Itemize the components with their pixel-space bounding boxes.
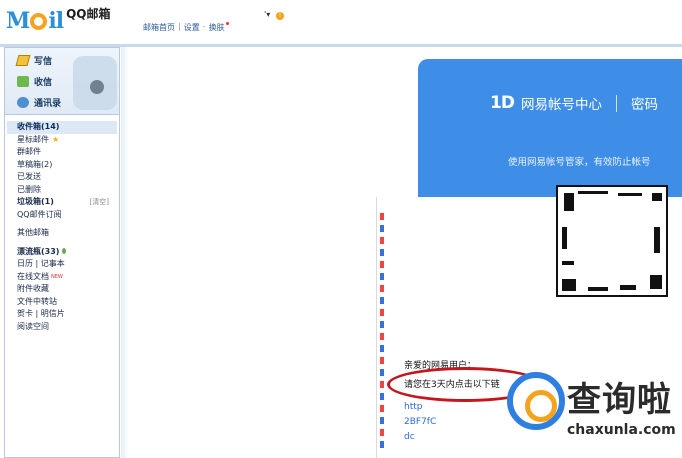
calendar-notes-row: 日历 | 记事本 (5, 258, 119, 271)
qr-module (650, 275, 662, 289)
top-links: 邮箱首页 | 设置 - 换肤 (143, 22, 229, 33)
compose-label: 写信 (34, 57, 53, 67)
logo-letters-il: il (48, 8, 64, 34)
folder-spam-label: 垃圾箱(1) (17, 197, 54, 206)
netease-id-icon: 1D (490, 93, 515, 113)
folder-spam[interactable]: 垃圾箱(1) [清空] (5, 196, 119, 209)
folder-subscription[interactable]: QQ邮件订阅 (5, 209, 119, 222)
verification-link[interactable]: dc (404, 432, 415, 442)
qr-module (562, 279, 576, 291)
file-transfer-link[interactable]: 文件中转站 (5, 296, 119, 309)
greeting-card-link[interactable]: 贺卡 (17, 309, 33, 318)
qr-code (556, 185, 668, 297)
contacts-label: 通讯录 (34, 99, 62, 109)
top-bar: M il QQ邮箱 邮箱首页 | 设置 - 换肤 '▾ ! (0, 0, 682, 44)
online-docs-label: 在线文档 (17, 271, 49, 281)
airmail-border (380, 213, 384, 453)
receive-button[interactable]: 收信 (17, 75, 52, 88)
link-change-skin-label: 换肤 (208, 23, 225, 32)
qr-module (578, 191, 608, 194)
folder-deleted[interactable]: 已删除 (5, 184, 119, 197)
contacts-icon (17, 97, 29, 108)
watermark-url: chaxunla.com (567, 422, 676, 438)
banner-extra: 密码 (630, 97, 658, 113)
netease-account-logo: 1D 网易帐号中心 密码 (490, 93, 658, 113)
new-badge: NEW (51, 273, 63, 280)
folder-sent[interactable]: 已发送 (5, 171, 119, 184)
cards-row: 贺卡 | 明信片 (5, 308, 119, 321)
qr-module (588, 287, 608, 291)
banner-tip: 使用网易帐号管家，有效防止帐号 (508, 157, 651, 168)
receive-label: 收信 (34, 78, 53, 88)
drop-icon (62, 248, 67, 254)
logo-letter-m: M (6, 8, 30, 34)
drift-bottle-link[interactable]: 漂流瓶(33) (5, 246, 119, 259)
sidebar: 写信 收信 通讯录 收件箱(14) 星标邮件 ★ 群邮件 草稿箱(2) 已发送 已… (4, 47, 120, 458)
folder-other-mailbox[interactable]: 其他邮箱 (5, 227, 119, 240)
pencil-icon (15, 55, 31, 66)
watermark: 查询啦 chaxunla.com (505, 370, 682, 458)
folder-inbox[interactable]: 收件箱(14) (7, 121, 117, 134)
inbox-icon (17, 76, 29, 87)
logo-ring-icon (30, 13, 48, 30)
banner-title: 网易帐号中心 (520, 97, 602, 113)
compose-button[interactable]: 写信 (15, 54, 53, 67)
notes-link[interactable]: 记事本 (41, 259, 65, 268)
folder-starred[interactable]: 星标邮件 ★ (5, 134, 119, 147)
empty-spam-link[interactable]: [清空] (90, 196, 109, 209)
user-menu-toggle[interactable]: '▾ (264, 10, 270, 19)
online-docs-link[interactable]: 在线文档 NEW (5, 271, 119, 284)
quick-actions: 写信 收信 通讯录 (5, 48, 119, 115)
alert-badge-icon[interactable]: ! (276, 12, 284, 20)
folder-list: 收件箱(14) 星标邮件 ★ 群邮件 草稿箱(2) 已发送 已删除 垃圾箱(1) [… (5, 115, 119, 333)
panel-shadow (121, 47, 129, 458)
folder-drafts[interactable]: 草稿箱(2) (5, 159, 119, 172)
contacts-button[interactable]: 通讯录 (17, 96, 61, 109)
logo-suffix: QQ邮箱 (66, 7, 111, 21)
verification-link[interactable]: 2BF7fC (404, 417, 436, 427)
star-icon: ★ (52, 134, 60, 144)
divider (615, 94, 617, 112)
drift-bottle-label: 漂流瓶(33) (17, 246, 60, 256)
qr-module (562, 227, 567, 249)
divider: - (202, 22, 206, 31)
watermark-title: 查询啦 (567, 380, 672, 420)
qr-module (562, 261, 574, 265)
watermark-logo-icon (507, 372, 565, 430)
link-mail-home[interactable]: 邮箱首页 (143, 22, 175, 33)
notification-dot-icon (225, 22, 229, 25)
folder-starred-label: 星标邮件 (17, 134, 49, 144)
verification-link[interactable]: http (404, 402, 422, 412)
qq-mail-logo[interactable]: M il QQ邮箱 (6, 4, 110, 34)
qr-module (564, 193, 574, 211)
link-settings[interactable]: 设置 (184, 22, 200, 33)
reading-space-link[interactable]: 阅读空间 (5, 321, 119, 334)
folder-group[interactable]: 群邮件 (5, 146, 119, 159)
qr-module (618, 193, 642, 196)
qr-module (620, 285, 636, 290)
attachments-link[interactable]: 附件收藏 (5, 283, 119, 296)
mascot-decoration (73, 56, 117, 110)
qr-module (652, 193, 662, 201)
qr-module (654, 227, 660, 253)
postcard-link[interactable]: 明信片 (41, 309, 65, 318)
divider: | (178, 22, 181, 31)
calendar-link[interactable]: 日历 (17, 259, 33, 268)
link-change-skin[interactable]: 换肤 (209, 22, 229, 33)
